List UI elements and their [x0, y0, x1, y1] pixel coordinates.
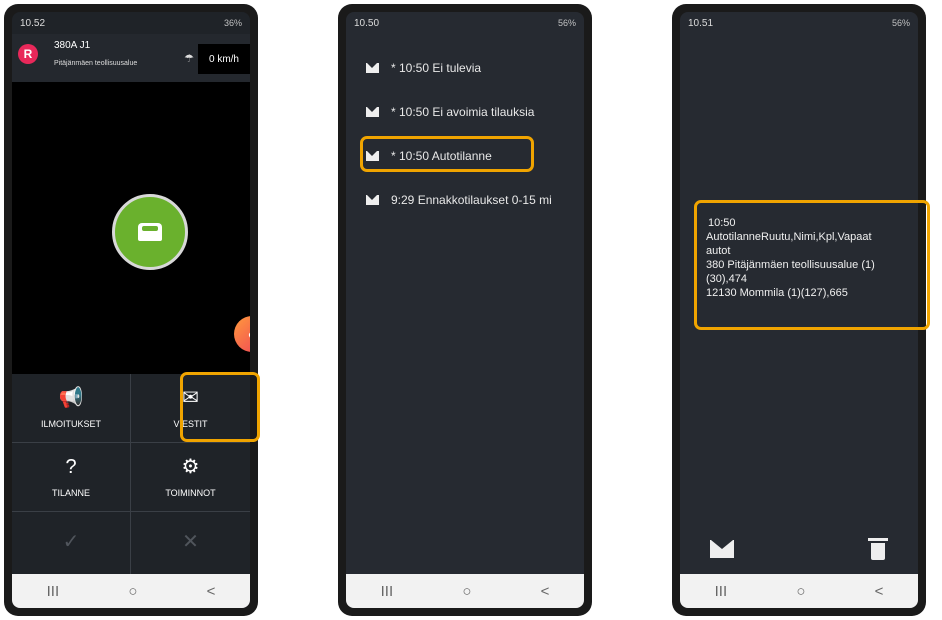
recents-button[interactable]: III [47, 583, 60, 600]
question-circle-icon: ? [65, 456, 77, 478]
envelope-icon [366, 107, 379, 117]
action-grid: 📢 ILMOITUKSET ✉ VIESTIT ? TILANNE ⚙ TOIM… [12, 374, 250, 582]
home-button[interactable]: ○ [128, 583, 137, 600]
status-time: 10.52 [20, 17, 46, 29]
location-pin-button[interactable]: ● [234, 316, 250, 352]
phone-message-detail: 10.51 56% 10:50 AutotilanneRuutu,Nimi,Kp… [672, 4, 930, 616]
viestit-label: VIESTIT [173, 419, 208, 429]
message-title: * 10:50 Ei tulevia [391, 61, 482, 75]
status-battery: 56% [557, 18, 576, 28]
message-line: (30),474 [706, 273, 747, 285]
phone-main-screen: 10.52 36% R 380A J1 Pitäjänmäen teollisu… [4, 4, 260, 616]
megaphone-icon: 📢 [58, 387, 84, 409]
message-line: AutotilanneRuutu,Nimi,Kpl,Vapaat [706, 231, 872, 243]
taxi-button[interactable] [112, 194, 188, 270]
status-bar: 10.52 36% [12, 12, 250, 34]
phone-message-list: 10.50 56% * 10:50 Ei tulevia * 10:50 Ei … [338, 4, 592, 616]
toiminnot-label: TOIMINNOT [165, 488, 216, 498]
home-button[interactable]: ○ [462, 583, 471, 600]
message-title: * 10:50 Autotilanne [391, 149, 492, 163]
envelope-icon [366, 151, 379, 161]
trash-icon[interactable] [868, 538, 888, 560]
message-item[interactable]: 9:29 Ennakkotilaukset 0-15 mi [346, 178, 584, 222]
location-label: Pitäjänmäen teollisuusalue [54, 60, 138, 67]
envelope-icon [366, 63, 379, 73]
ilmoitukset-label: ILMOITUKSET [40, 419, 101, 429]
recents-button[interactable]: III [381, 583, 394, 600]
trip-header: R 380A J1 Pitäjänmäen teollisuusalue ☂ 0… [12, 34, 250, 82]
tilanne-button[interactable]: ? TILANNE [12, 443, 131, 512]
message-line: 12130 Mommila (1)(127),665 [706, 287, 848, 299]
message-item[interactable]: * 10:50 Ei tulevia [346, 46, 584, 90]
status-time: 10.51 [688, 17, 714, 29]
android-navbar: III ○ < [12, 574, 250, 608]
ilmoitukset-button[interactable]: 📢 ILMOITUKSET [12, 374, 131, 443]
taxi-icon [138, 223, 162, 241]
message-line: 380 Pitäjänmäen teollisuusalue (1) [706, 259, 875, 271]
home-button[interactable]: ○ [796, 583, 805, 600]
avatar[interactable]: R [18, 44, 38, 64]
message-body: 10:50 AutotilanneRuutu,Nimi,Kpl,Vapaat a… [706, 216, 906, 300]
android-navbar: III ○ < [346, 574, 584, 608]
message-detail-screen: 10.51 56% 10:50 AutotilanneRuutu,Nimi,Kp… [680, 12, 918, 608]
back-button[interactable]: < [541, 583, 550, 600]
back-button[interactable]: < [875, 583, 884, 600]
envelope-icon[interactable] [710, 540, 734, 558]
route-label: 380A J1 [54, 40, 91, 51]
signal-icon: ☂ [184, 53, 194, 65]
main-screen: 10.52 36% R 380A J1 Pitäjänmäen teollisu… [12, 12, 250, 608]
recents-button[interactable]: III [715, 583, 728, 600]
map-area[interactable]: ● [12, 82, 250, 374]
reject-button[interactable]: ✕ [131, 512, 250, 581]
viestit-button[interactable]: ✉ VIESTIT [131, 374, 250, 443]
message-list: * 10:50 Ei tulevia * 10:50 Ei avoimia ti… [346, 46, 584, 222]
checkmark-icon: ✓ [62, 530, 80, 553]
toiminnot-button[interactable]: ⚙ TOIMINNOT [131, 443, 250, 512]
status-time: 10.50 [354, 17, 380, 29]
message-list-screen: 10.50 56% * 10:50 Ei tulevia * 10:50 Ei … [346, 12, 584, 608]
accept-button[interactable]: ✓ [12, 512, 131, 581]
speed-display: 0 km/h [198, 44, 250, 74]
status-battery: 36% [223, 18, 242, 28]
message-item[interactable]: * 10:50 Ei avoimia tilauksia [346, 90, 584, 134]
envelope-icon: ✉ [182, 387, 199, 409]
message-line: 10:50 [708, 217, 736, 229]
location-pin-icon: ● [248, 326, 250, 342]
tilanne-label: TILANNE [51, 488, 90, 498]
status-battery: 56% [891, 18, 910, 28]
status-bar: 10.50 56% [346, 12, 584, 34]
status-bar: 10.51 56% [680, 12, 918, 34]
envelope-icon [366, 195, 379, 205]
message-line: autot [706, 245, 731, 257]
message-item-autotilanne[interactable]: * 10:50 Autotilanne [346, 134, 584, 178]
message-actions [680, 538, 918, 568]
message-title: * 10:50 Ei avoimia tilauksia [391, 105, 535, 119]
message-title: 9:29 Ennakkotilaukset 0-15 mi [391, 193, 552, 207]
gears-icon: ⚙ [181, 456, 200, 478]
back-button[interactable]: < [207, 583, 216, 600]
close-icon: ✕ [182, 530, 199, 553]
android-navbar: III ○ < [680, 574, 918, 608]
